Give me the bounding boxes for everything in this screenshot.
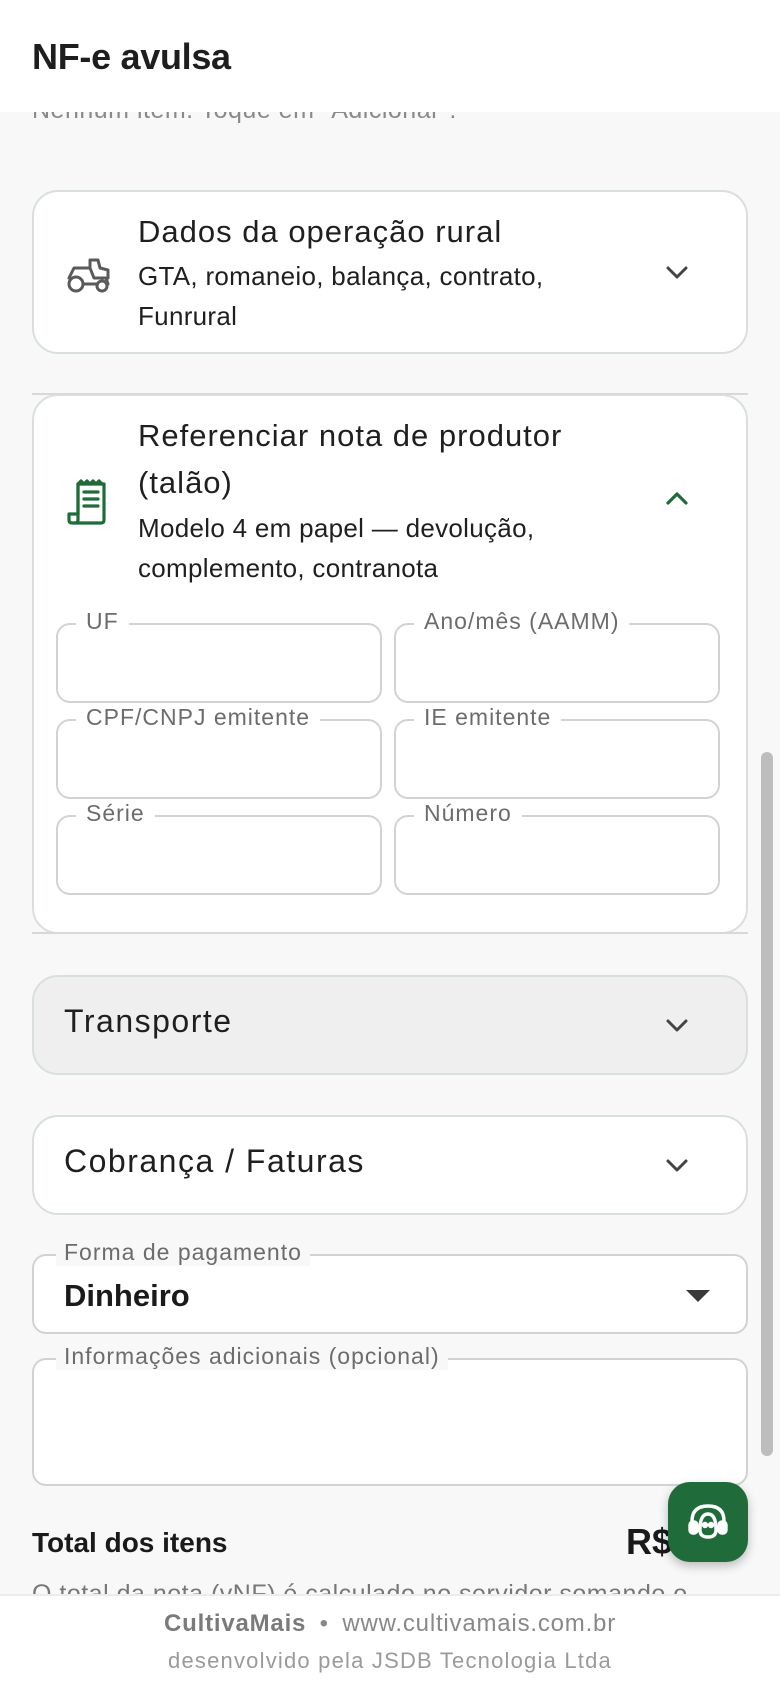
total-items-label: Total dos itens — [32, 1527, 228, 1558]
page-title: NF-e avulsa — [32, 36, 231, 77]
chevron-down-icon[interactable] — [660, 256, 694, 290]
cpf-cnpj-field[interactable]: CPF/CNPJ emitente — [56, 704, 382, 799]
transport-title: Transporte — [64, 1003, 233, 1039]
numero-input[interactable] — [396, 817, 718, 893]
billing-section[interactable]: Cobrança / Faturas — [32, 1115, 748, 1215]
chevron-up-icon[interactable] — [660, 482, 694, 516]
uf-field[interactable]: UF — [56, 608, 382, 703]
transport-section[interactable]: Transporte — [32, 975, 748, 1075]
rural-card-title: Dados da operação rural — [138, 214, 503, 249]
footer-brand: CultivaMais — [164, 1610, 307, 1637]
additional-info-field[interactable]: Informações adicionais (opcional) — [32, 1343, 748, 1486]
serie-input[interactable] — [58, 817, 380, 893]
footer-credit: desenvolvido pela JSDB Tecnologia Ltda — [168, 1648, 612, 1673]
support-agent-icon — [688, 1504, 728, 1539]
ano-mes-input[interactable] — [396, 625, 718, 701]
total-note: O total da nota (vNF) é calculado no ser… — [32, 1580, 688, 1594]
divider — [32, 932, 748, 934]
cpf-cnpj-input[interactable] — [58, 721, 380, 797]
support-button[interactable] — [668, 1482, 748, 1562]
payment-method-label: Forma de pagamento — [56, 1239, 310, 1266]
tractor-icon — [64, 248, 114, 298]
producer-card-title: Referenciar nota de produtor (talão) — [138, 418, 563, 500]
ano-mes-field[interactable]: Ano/mês (AAMM) — [394, 608, 720, 703]
ie-field[interactable]: IE emitente — [394, 704, 720, 799]
footer-site-link[interactable]: www.cultivamais.com.br — [342, 1610, 616, 1637]
rural-operation-card[interactable]: Dados da operação rural GTA, romaneio, b… — [32, 190, 748, 354]
serie-field[interactable]: Série — [56, 800, 382, 895]
uf-input[interactable] — [58, 625, 380, 701]
chevron-down-icon[interactable] — [660, 1149, 694, 1183]
payment-method-select[interactable]: Forma de pagamento Dinheiro — [32, 1239, 748, 1334]
app-bar: NF-e avulsa — [0, 0, 780, 112]
footer-separator: • — [319, 1610, 329, 1637]
billing-title: Cobrança / Faturas — [64, 1143, 365, 1179]
producer-note-card[interactable]: Referenciar nota de produtor (talão) Mod… — [32, 394, 748, 934]
producer-card-subtitle: Modelo 4 em papel — devolução, complemen… — [138, 513, 535, 583]
footer: CultivaMais • www.cultivamais.com.br des… — [0, 1594, 780, 1688]
scrollbar-thumb[interactable] — [761, 752, 773, 1456]
receipt-icon — [64, 478, 114, 528]
numero-field[interactable]: Número — [394, 800, 720, 895]
total-items-value: R$ — [626, 1521, 673, 1562]
ie-input[interactable] — [396, 721, 718, 797]
rural-card-subtitle: GTA, romaneio, balança, contrato, Funrur… — [138, 261, 544, 331]
scroll-content[interactable]: Nenhum item. Toque em "Adicionar". Dados… — [0, 0, 780, 1594]
chevron-down-icon[interactable] — [660, 1009, 694, 1043]
payment-method-value: Dinheiro — [64, 1278, 190, 1313]
additional-info-label: Informações adicionais (opcional) — [56, 1343, 448, 1370]
footer-line: CultivaMais • www.cultivamais.com.br — [0, 1610, 780, 1638]
dropdown-arrow-icon[interactable] — [686, 1290, 710, 1302]
